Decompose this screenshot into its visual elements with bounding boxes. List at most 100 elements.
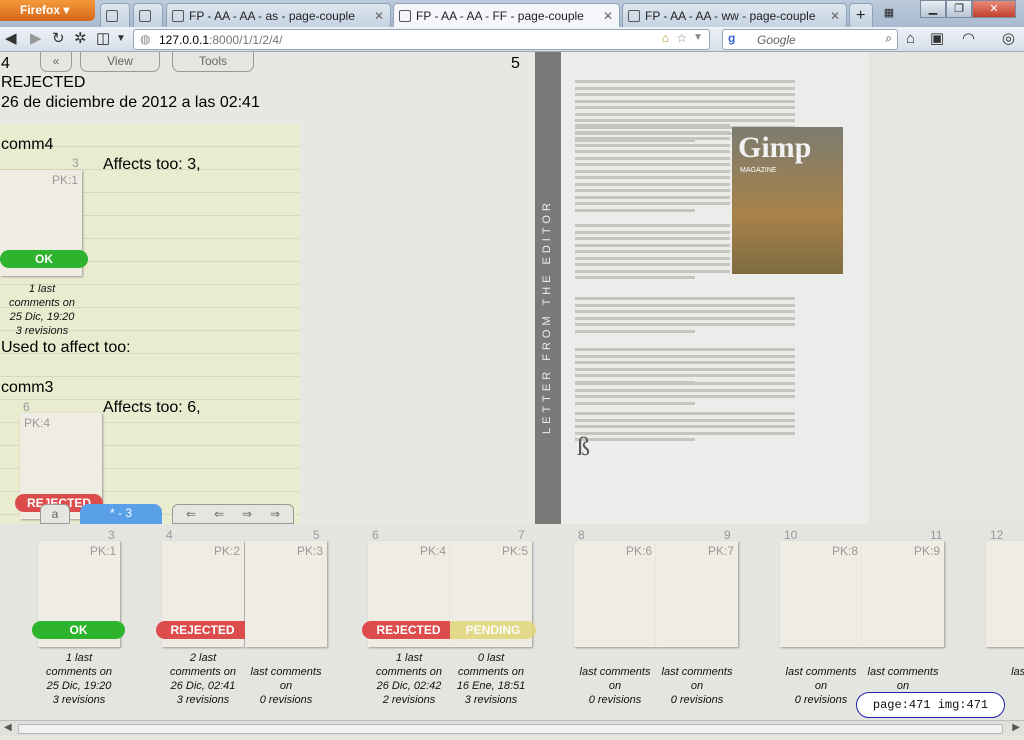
summary-line: 25 Dic, 19:20 (46, 680, 112, 692)
forward-icon[interactable]: ▶ (30, 30, 42, 48)
tools-icon[interactable]: ✲ (74, 30, 87, 48)
puzzle-icon[interactable]: ◫ (96, 30, 110, 48)
summary-line: on (279, 680, 293, 692)
search-input[interactable]: g Google ⌕ (722, 29, 898, 50)
close-tab-icon[interactable]: ✕ (603, 9, 613, 23)
bookmarks-icon[interactable]: ▣ (930, 30, 944, 48)
close-tab-icon[interactable]: ✕ (830, 9, 840, 23)
right-page-number: 5 (511, 55, 520, 72)
rainbow-icon[interactable]: ◠ (962, 30, 975, 48)
text-line (575, 310, 795, 313)
pk-label: PK:1 (89, 544, 116, 558)
dropdown-arrow-icon[interactable]: ▼ (693, 32, 703, 43)
tab-as[interactable]: FP - AA - AA - as - page-couple ✕ (166, 3, 391, 27)
blank-page-icon (106, 10, 118, 22)
page-thumbnail[interactable]: PK:7 (656, 541, 738, 647)
comment-summary: 0 last comments on 16 Ene, 18:51 3 revision… (444, 651, 538, 707)
magazine-page-image[interactable]: LETTER FROM THE EDITOR Gimp MAGAZINE ß (535, 52, 869, 524)
url-bar[interactable]: ◍ 127.0.0.1:8000/1/1/2/4/ ⌂ ☆ ▼ (133, 29, 710, 50)
summary-line: 3 revisions (464, 694, 518, 706)
page-number: 5 (313, 528, 320, 542)
summary-line: 0 last (477, 652, 505, 664)
summary-line: 26 Dic, 02:42 (376, 680, 442, 692)
text-line (575, 316, 795, 320)
addon-icon[interactable]: ◎ (1002, 30, 1015, 48)
home-icon[interactable]: ⌂ (662, 31, 669, 45)
firefox-menu-button[interactable]: Firefox ▾ (0, 0, 95, 21)
page-number: 9 (724, 528, 731, 542)
text-line (575, 303, 795, 307)
text-line (575, 425, 795, 428)
prev-button[interactable]: « (40, 52, 72, 72)
thumb-number: 6 (23, 400, 30, 414)
summary-line: 0 revisions (670, 694, 724, 706)
summary-line: on (814, 680, 828, 692)
section-title: LETTER FROM THE EDITOR (541, 199, 553, 434)
close-tab-icon[interactable]: ✕ (374, 9, 384, 23)
summary-line: 3 revisions (176, 694, 230, 706)
close-window-button[interactable]: ✕ (972, 0, 1016, 18)
text-line (575, 243, 730, 247)
search-icon[interactable]: ⌕ (885, 31, 892, 46)
comment-summary: last comments on 0 revisions (774, 665, 868, 707)
text-line (575, 169, 730, 173)
horizontal-scrollbar[interactable]: ◀ ▶ (0, 720, 1024, 736)
scroll-left-icon[interactable]: ◀ (4, 722, 12, 733)
page-thumbnail[interactable]: PK:9 (862, 541, 944, 647)
next-page-icon[interactable]: ⇒ (233, 505, 261, 523)
text-line (575, 86, 795, 90)
pk-label: PK:8 (831, 544, 858, 558)
left-page-panel: « View Tools 4 REJECTED 26 de diciembre … (0, 52, 535, 524)
blank-page-icon (628, 10, 640, 22)
new-tab-button[interactable]: + (849, 3, 873, 27)
tools-button[interactable]: Tools (172, 52, 254, 72)
text-line (575, 388, 795, 392)
tab-groups-icon[interactable]: ▦ (880, 5, 898, 23)
dropdown-arrow-icon[interactable]: ▼ (116, 30, 126, 48)
add-comment-button[interactable]: a (40, 504, 70, 524)
scrollbar-thumb[interactable] (18, 724, 1003, 734)
tab-ww[interactable]: FP - AA - AA - ww - page-couple ✕ (622, 3, 847, 27)
tab-blank-1[interactable] (100, 3, 130, 27)
last-page-icon[interactable]: ⇒ (261, 505, 289, 523)
comment-summary: last comments on 0 revisions (568, 665, 662, 707)
affects-text: Affects too: 3, (103, 156, 201, 173)
summary-line: comments on (457, 666, 525, 678)
pk-label: PK:3 (296, 544, 323, 558)
url-path: :8000/1/1/2/4/ (209, 33, 283, 47)
page-thumbnail[interactable]: PK:10 (986, 541, 1024, 647)
revision-button[interactable]: * - 3 (80, 504, 162, 524)
summary-line: 3 revisions (15, 325, 69, 337)
maximize-button[interactable]: ❐ (946, 0, 972, 18)
minimize-button[interactable]: ▁ (920, 0, 946, 18)
tab-blank-2[interactable] (133, 3, 163, 27)
text-line (575, 329, 695, 333)
page-number: 6 (372, 528, 379, 542)
back-icon[interactable]: ◀ (5, 30, 17, 48)
text-line (575, 224, 730, 227)
text-line (575, 163, 730, 166)
tab-label: FP - AA - AA - FF - page-couple (416, 9, 584, 23)
page-thumbnail[interactable]: PK:8 (780, 541, 862, 647)
tab-label: FP - AA - AA - ww - page-couple (645, 9, 816, 23)
page-thumbnail[interactable]: PK:6 (574, 541, 656, 647)
first-page-icon[interactable]: ⇐ (177, 505, 205, 523)
home-icon[interactable]: ⌂ (906, 30, 915, 48)
text-line (575, 106, 795, 109)
page-number: 11 (930, 528, 943, 542)
comment-summary: last coc (980, 665, 1024, 693)
text-line (575, 276, 695, 279)
view-button[interactable]: View (80, 52, 160, 72)
status-badge: REJECTED (156, 621, 249, 639)
prev-page-icon[interactable]: ⇐ (205, 505, 233, 523)
reload-icon[interactable]: ↻ (52, 30, 65, 48)
scroll-right-icon[interactable]: ▶ (1012, 722, 1020, 733)
star-icon[interactable]: ☆ (676, 31, 687, 45)
tab-label: FP - AA - AA - as - page-couple (189, 9, 355, 23)
page-thumbnail[interactable]: PK:3 (245, 541, 327, 647)
tab-ff[interactable]: FP - AA - AA - FF - page-couple ✕ (393, 3, 620, 28)
pk-label: PK:6 (625, 544, 652, 558)
cover-subtitle: MAGAZINE (740, 167, 777, 174)
globe-icon: ◍ (140, 32, 151, 46)
tools-label: Tools (198, 54, 227, 68)
